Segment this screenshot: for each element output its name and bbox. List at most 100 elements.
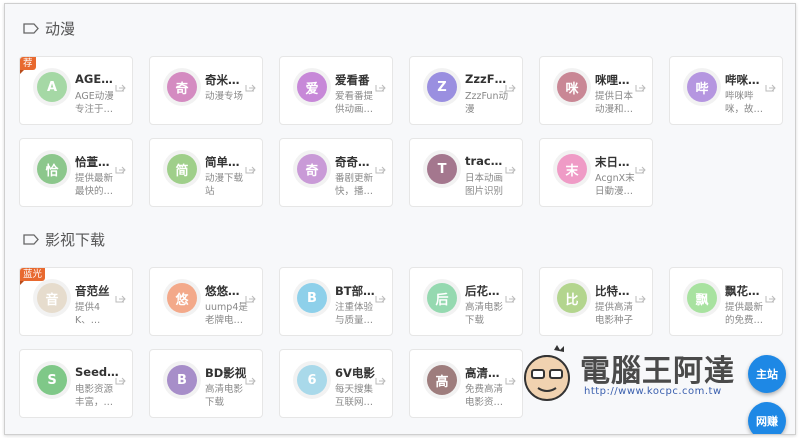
site-title: 奇奇… bbox=[335, 155, 370, 169]
site-avatar: T bbox=[427, 154, 457, 184]
site-card[interactable]: 哔哔咪… 哔咪哔咪，故… bbox=[669, 56, 783, 125]
watermark: 電腦王阿達 http://www.kocpc.com.tw bbox=[520, 344, 770, 406]
site-description: uump4是老牌电… bbox=[205, 302, 248, 326]
site-title: 6V电影 bbox=[335, 366, 375, 380]
external-link-icon[interactable] bbox=[115, 294, 126, 303]
watermark-url: http://www.kocpc.com.tw bbox=[584, 386, 722, 397]
site-title: ZzzF… bbox=[465, 72, 507, 86]
site-card[interactable]: A AGE… AGE动漫专注于… 荐 bbox=[19, 56, 133, 125]
external-link-icon[interactable] bbox=[765, 83, 776, 92]
site-title: 末日… bbox=[595, 155, 630, 169]
main-site-button[interactable]: 主站 bbox=[748, 355, 786, 393]
site-title: trace… bbox=[465, 154, 509, 168]
site-description: 免费高清电影资… bbox=[465, 384, 504, 408]
external-link-icon[interactable] bbox=[375, 294, 386, 303]
site-avatar: 简 bbox=[167, 154, 197, 184]
site-title: BT部… bbox=[335, 284, 375, 298]
site-avatar: 哔 bbox=[687, 72, 717, 102]
site-card[interactable]: 奇奇米… 动漫专场 bbox=[149, 56, 263, 125]
site-card[interactable]: 飘飘花… 提供最新的免费… bbox=[669, 267, 783, 336]
external-link-icon[interactable] bbox=[375, 376, 386, 385]
site-card[interactable]: 高高清… 免费高清电影资… bbox=[409, 349, 523, 418]
section-title-anime: 动漫 bbox=[23, 17, 75, 39]
site-title: 后花… bbox=[465, 284, 500, 298]
external-link-icon[interactable] bbox=[115, 165, 126, 174]
site-avatar: 飘 bbox=[687, 283, 717, 313]
external-link-icon[interactable] bbox=[245, 294, 256, 303]
site-title: Seed… bbox=[75, 365, 119, 379]
external-link-icon[interactable] bbox=[635, 83, 646, 92]
site-description: 提供4K、… bbox=[75, 302, 101, 326]
site-description: ZzzFun动漫 bbox=[465, 91, 508, 115]
site-card[interactable]: B BT部… 注重体验与质量… bbox=[279, 267, 393, 336]
site-title: 飘花… bbox=[725, 284, 760, 298]
site-title: 音范丝 bbox=[75, 284, 110, 298]
site-title: BD影视 bbox=[205, 366, 247, 380]
site-card[interactable]: 悠悠悠… uump4是老牌电… bbox=[149, 267, 263, 336]
site-title: 高清… bbox=[465, 366, 500, 380]
site-description: 动漫专场 bbox=[205, 91, 244, 102]
site-title: 咪哩… bbox=[595, 73, 630, 87]
site-description: 每天搜集互联网… bbox=[335, 384, 374, 408]
site-card[interactable]: 6 6V电影 每天搜集互联网… bbox=[279, 349, 393, 418]
site-card[interactable]: 奇奇奇… 番剧更新快，播… bbox=[279, 138, 393, 207]
site-avatar: B bbox=[297, 283, 327, 313]
section-title-movies: 影视下载 bbox=[23, 228, 105, 250]
site-avatar: 悠 bbox=[167, 283, 197, 313]
site-avatar: 奇 bbox=[167, 72, 197, 102]
site-card[interactable]: 后后花… 高清电影下载 bbox=[409, 267, 523, 336]
tag-icon bbox=[23, 233, 39, 245]
section-title-text: 动漫 bbox=[45, 19, 76, 38]
external-link-icon[interactable] bbox=[505, 165, 516, 174]
site-avatar: B bbox=[167, 365, 197, 395]
external-link-icon[interactable] bbox=[375, 165, 386, 174]
external-link-icon[interactable] bbox=[505, 83, 516, 92]
site-description: 番剧更新快，播… bbox=[335, 173, 374, 197]
site-description: 爱看番提供动画… bbox=[335, 91, 374, 115]
site-title: AGE… bbox=[75, 72, 113, 86]
site-title: 比特… bbox=[595, 284, 630, 298]
external-link-icon[interactable] bbox=[115, 83, 126, 92]
site-description: 提供最新的免费… bbox=[725, 302, 764, 326]
site-card[interactable]: Z ZzzF… ZzzFun动漫 bbox=[409, 56, 523, 125]
external-link-icon[interactable] bbox=[505, 294, 516, 303]
site-description: 日本动画图片识别 bbox=[465, 173, 504, 197]
external-link-icon[interactable] bbox=[635, 294, 646, 303]
mascot-logo bbox=[524, 345, 570, 401]
site-title: 爱看番 bbox=[335, 73, 370, 87]
external-link-icon[interactable] bbox=[765, 294, 776, 303]
site-avatar: Z bbox=[427, 72, 457, 102]
external-link-icon[interactable] bbox=[635, 165, 646, 174]
external-link-icon[interactable] bbox=[375, 83, 386, 92]
site-card[interactable]: 咪咪哩… 提供日本动漫和… bbox=[539, 56, 653, 125]
site-card[interactable]: 比比特… 提供高清电影种子 bbox=[539, 267, 653, 336]
earn-button[interactable]: 网赚 bbox=[748, 402, 786, 434]
site-card[interactable]: 末末日… AcgnX末日動漫… bbox=[539, 138, 653, 207]
site-card[interactable]: 简简单… 动漫下载站 bbox=[149, 138, 263, 207]
site-card[interactable]: 恰恰萱… 提供最新最快的… bbox=[19, 138, 133, 207]
site-description: 注重体验与质量… bbox=[335, 302, 374, 326]
site-card[interactable]: 爱爱看番爱看番提供动画… bbox=[279, 56, 393, 125]
external-link-icon[interactable] bbox=[115, 376, 126, 385]
site-card[interactable]: B BD影视 高清电影下载 bbox=[149, 349, 263, 418]
site-avatar: 爱 bbox=[297, 72, 327, 102]
site-avatar: 音 bbox=[37, 283, 67, 313]
site-avatar: 咪 bbox=[557, 72, 587, 102]
external-link-icon[interactable] bbox=[245, 165, 256, 174]
site-title: 悠悠… bbox=[205, 284, 240, 298]
site-title: 简单… bbox=[205, 155, 240, 169]
external-link-icon[interactable] bbox=[245, 83, 256, 92]
site-description: AcgnX末日動漫… bbox=[595, 173, 635, 197]
section-title-text: 影视下载 bbox=[45, 230, 106, 249]
page-frame: 动漫 影视下载 A AGE… AGE动漫专注于… 荐奇奇米… 动漫专场爱爱看番 爱看番提供… bbox=[4, 3, 796, 435]
site-avatar: A bbox=[37, 72, 67, 102]
tag-icon bbox=[23, 22, 39, 34]
site-card[interactable]: S Seed… 电影资源丰富，… bbox=[19, 349, 133, 418]
site-card[interactable]: 音音范丝提供4K、… 蓝光 bbox=[19, 267, 133, 336]
external-link-icon[interactable] bbox=[245, 376, 256, 385]
site-description: 提供最新最快的… bbox=[75, 173, 114, 197]
site-card[interactable]: Ttrace… 日本动画图片识别 bbox=[409, 138, 523, 207]
site-avatar: 恰 bbox=[37, 154, 67, 184]
recommend-badge: 蓝光 bbox=[20, 268, 46, 285]
external-link-icon[interactable] bbox=[505, 376, 516, 385]
